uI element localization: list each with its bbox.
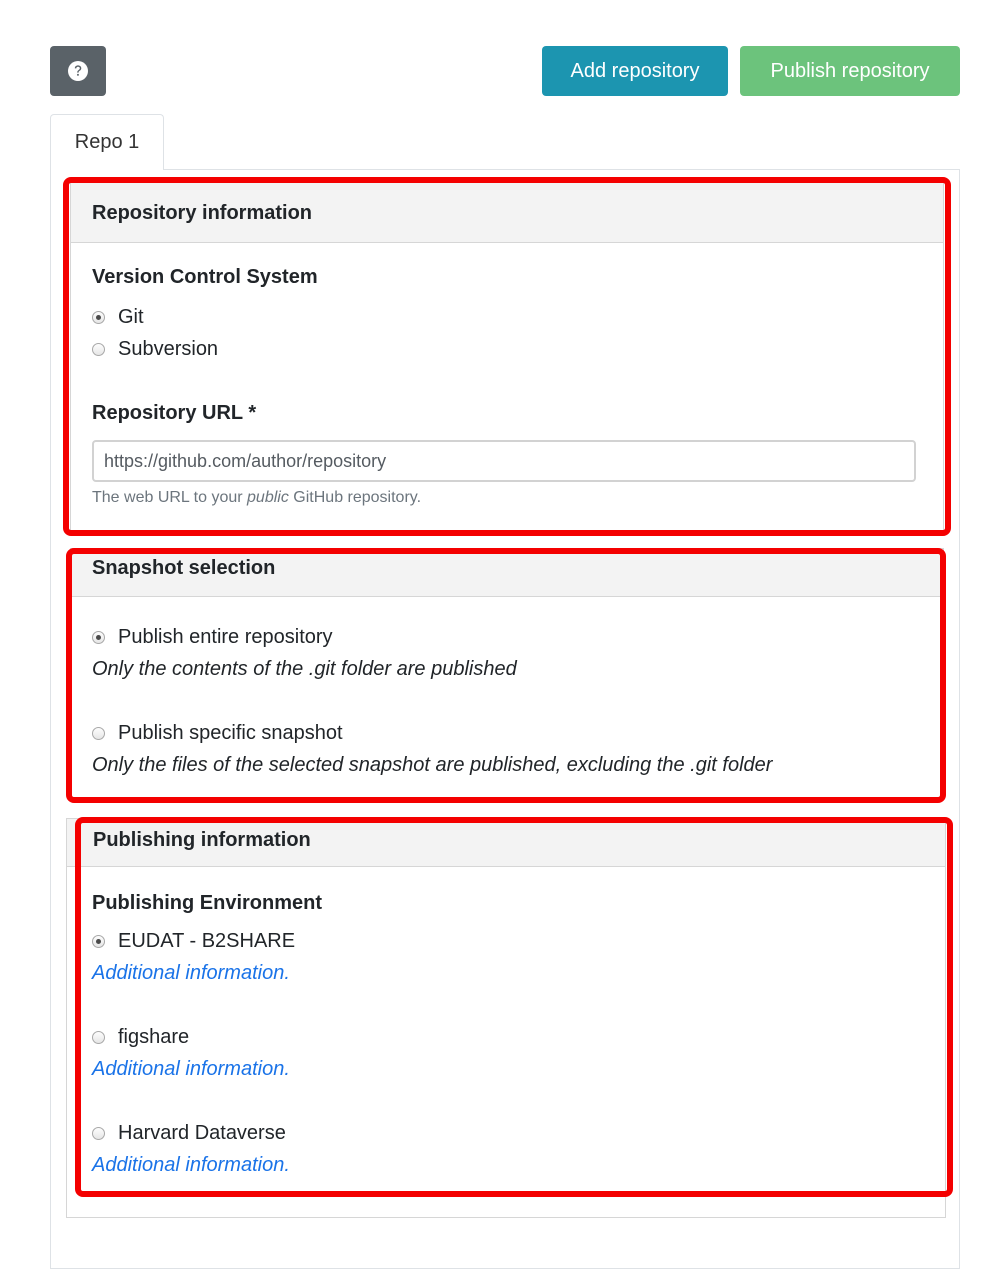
- repository-url-help: The web URL to your public GitHub reposi…: [92, 489, 421, 507]
- env-option-eudat[interactable]: EUDAT - B2SHARE: [92, 930, 295, 953]
- snapshot-option-specific[interactable]: Publish specific snapshot: [92, 722, 343, 745]
- snapshot-specific-label: Publish specific snapshot: [118, 722, 343, 744]
- tab-repo-1[interactable]: Repo 1: [50, 114, 164, 170]
- publish-repository-button[interactable]: Publish repository: [740, 46, 960, 96]
- env-figshare-radio[interactable]: [92, 1031, 105, 1044]
- env-figshare-label: figshare: [118, 1026, 190, 1048]
- add-repository-button[interactable]: Add repository: [542, 46, 728, 96]
- publishing-environment-label: Publishing Environment: [92, 892, 323, 914]
- help-button[interactable]: [50, 46, 106, 96]
- snapshot-specific-radio[interactable]: [92, 727, 105, 740]
- env-harvard-label: Harvard Dataverse: [118, 1122, 286, 1144]
- snapshot-entire-note: Only the contents of the .git folder are…: [92, 658, 517, 680]
- snapshot-entire-label: Publish entire repository: [118, 626, 333, 648]
- env-figshare-info-link[interactable]: Additional information.: [92, 1058, 290, 1081]
- url-help-suffix: GitHub repository.: [288, 489, 422, 506]
- env-option-figshare[interactable]: figshare: [92, 1026, 189, 1049]
- env-harvard-info-link[interactable]: Additional information.: [92, 1154, 290, 1177]
- question-circle-icon: [67, 60, 89, 82]
- env-harvard-radio[interactable]: [92, 1127, 105, 1140]
- repository-info-header: Repository information: [71, 183, 943, 243]
- repository-url-input[interactable]: [92, 440, 916, 482]
- vcs-git-radio[interactable]: [92, 311, 105, 324]
- publishing-info-header: Publishing information: [67, 819, 945, 867]
- vcs-option-git[interactable]: Git: [92, 306, 144, 329]
- vcs-label: Version Control System: [92, 266, 318, 288]
- vcs-git-label: Git: [118, 306, 144, 328]
- snapshot-specific-note: Only the files of the selected snapshot …: [92, 754, 773, 776]
- vcs-subversion-radio[interactable]: [92, 343, 105, 356]
- env-option-harvard-dataverse[interactable]: Harvard Dataverse: [92, 1122, 286, 1145]
- snapshot-entire-radio[interactable]: [92, 631, 105, 644]
- url-help-emphasis: public: [247, 489, 289, 506]
- snapshot-selection-header: Snapshot selection: [71, 549, 943, 597]
- env-eudat-label: EUDAT - B2SHARE: [118, 930, 296, 952]
- vcs-option-subversion[interactable]: Subversion: [92, 338, 218, 361]
- env-eudat-radio[interactable]: [92, 935, 105, 948]
- repository-url-label: Repository URL *: [92, 402, 257, 424]
- vcs-subversion-label: Subversion: [118, 338, 219, 360]
- env-eudat-info-link[interactable]: Additional information.: [92, 962, 290, 985]
- url-help-prefix: The web URL to your: [92, 489, 248, 506]
- snapshot-option-entire[interactable]: Publish entire repository: [92, 626, 333, 649]
